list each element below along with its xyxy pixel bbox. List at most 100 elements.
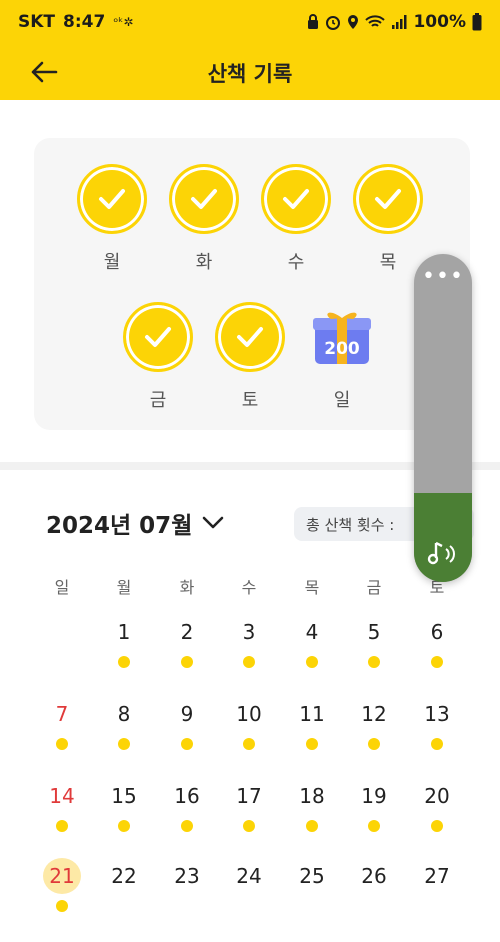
- day-label: 토: [241, 390, 259, 411]
- walk-done-dot: [243, 656, 255, 668]
- weekday-sun: 일: [54, 578, 70, 597]
- calendar-day[interactable]: 12: [344, 696, 404, 762]
- walk-done-dot: [56, 820, 68, 832]
- calendar-day-number: 8: [117, 702, 131, 726]
- calendar-day[interactable]: 24: [219, 858, 279, 924]
- calendar-day[interactable]: 13: [407, 696, 467, 762]
- calendar-day-number: 9: [180, 702, 194, 726]
- walk-done-dot: [306, 820, 318, 832]
- calendar-day-number: 23: [174, 864, 200, 888]
- calendar-day[interactable]: 25: [282, 858, 342, 924]
- weekday-tue: 화: [179, 578, 195, 597]
- check-icon: [123, 302, 193, 372]
- weekly-check-card: 월 화 수 목 금 토 200 일: [34, 138, 470, 430]
- day-check-tue: 화: [168, 164, 240, 273]
- day-label: 목: [379, 252, 397, 273]
- calendar-day-today[interactable]: 21: [32, 858, 92, 924]
- calendar-day[interactable]: 2: [157, 614, 217, 680]
- calendar-day[interactable]: 14: [32, 778, 92, 844]
- calendar-day[interactable]: 15: [94, 778, 154, 844]
- walk-done-dot: [431, 738, 443, 750]
- calendar-day[interactable]: 26: [344, 858, 404, 924]
- calendar-day[interactable]: 4: [282, 614, 342, 680]
- calendar-day-number: 12: [361, 702, 387, 726]
- lock-icon: [308, 14, 319, 29]
- calendar-day[interactable]: 6: [407, 614, 467, 680]
- walk-done-dot: [181, 656, 193, 668]
- walk-done-dot: [368, 738, 380, 750]
- day-check-mon: 월: [76, 164, 148, 273]
- calendar-day-number: 1: [117, 620, 131, 644]
- day-label: 화: [195, 252, 213, 273]
- walk-done-dot: [368, 656, 380, 668]
- calendar-day[interactable]: 20: [407, 778, 467, 844]
- chevron-down-icon: [203, 516, 224, 529]
- day-label: 금: [149, 390, 167, 411]
- walk-done-dot: [118, 738, 130, 750]
- day-label: 수: [287, 252, 305, 273]
- walk-done-dot: [306, 656, 318, 668]
- reward-amount: 200: [324, 339, 360, 359]
- calendar-day[interactable]: 17: [219, 778, 279, 844]
- gift-box-icon: 200: [307, 302, 377, 372]
- calendar-day-number: 10: [236, 702, 262, 726]
- calendar-day-number: 15: [111, 784, 137, 808]
- calendar-day-number: 27: [424, 864, 450, 888]
- walk-done-dot: [118, 656, 130, 668]
- calendar-day-number: 22: [111, 864, 137, 888]
- app-bar: 산책 기록: [0, 44, 500, 100]
- status-bar: SKT 8:47 ᵒᵏ✲ 100%: [0, 0, 500, 44]
- calendar-day[interactable]: 1: [94, 614, 154, 680]
- music-note-icon[interactable]: [425, 538, 461, 570]
- check-icon: [353, 164, 423, 234]
- check-icon: [215, 302, 285, 372]
- calendar-day[interactable]: 22: [94, 858, 154, 924]
- location-icon: [348, 15, 359, 29]
- day-label: 일: [333, 390, 351, 411]
- calendar-day-number: 19: [361, 784, 387, 808]
- calendar-day[interactable]: 23: [157, 858, 217, 924]
- calendar-day-number: 18: [299, 784, 325, 808]
- calendar-day-number: 16: [174, 784, 200, 808]
- month-label: 2024년 07월: [46, 513, 193, 539]
- alarm-icon: [326, 16, 341, 30]
- check-icon: [77, 164, 147, 234]
- walk-done-dot: [181, 738, 193, 750]
- calendar-day[interactable]: 3: [219, 614, 279, 680]
- calendar-day[interactable]: 11: [282, 696, 342, 762]
- calendar-day[interactable]: 9: [157, 696, 217, 762]
- day-check-fri: 금: [122, 302, 194, 411]
- calendar-day-number: 7: [55, 702, 69, 726]
- page-title: 산책 기록: [207, 62, 293, 86]
- calendar-day-number: 11: [299, 702, 325, 726]
- calendar-day[interactable]: 16: [157, 778, 217, 844]
- walk-done-dot: [56, 900, 68, 912]
- floating-music-player[interactable]: •••: [414, 254, 472, 582]
- calendar-day-number: 5: [367, 620, 381, 644]
- calendar-day[interactable]: 27: [407, 858, 467, 924]
- month-selector[interactable]: 2024년 07월: [46, 506, 224, 540]
- walk-done-dot: [368, 820, 380, 832]
- check-icon: [169, 164, 239, 234]
- walk-done-dot: [431, 656, 443, 668]
- walk-done-dot: [431, 820, 443, 832]
- calendar-day-number: 13: [424, 702, 450, 726]
- calendar-day-number: 6: [430, 620, 444, 644]
- walk-done-dot: [243, 820, 255, 832]
- calendar-day[interactable]: 10: [219, 696, 279, 762]
- clock: 8:47: [63, 12, 106, 32]
- calendar-day[interactable]: 18: [282, 778, 342, 844]
- calendar-day[interactable]: 7: [32, 696, 92, 762]
- calendar-day-number: 24: [236, 864, 262, 888]
- check-icon: [261, 164, 331, 234]
- battery-percent: 100%: [413, 12, 466, 32]
- calendar-day[interactable]: 8: [94, 696, 154, 762]
- calendar-day[interactable]: 5: [344, 614, 404, 680]
- signal-icon: [392, 15, 407, 29]
- calendar-day-number: 3: [242, 620, 256, 644]
- calendar-day[interactable]: 19: [344, 778, 404, 844]
- more-dots-icon[interactable]: •••: [414, 266, 472, 288]
- weekday-wed: 수: [241, 578, 257, 597]
- walk-done-dot: [56, 738, 68, 750]
- battery-icon: [472, 13, 482, 31]
